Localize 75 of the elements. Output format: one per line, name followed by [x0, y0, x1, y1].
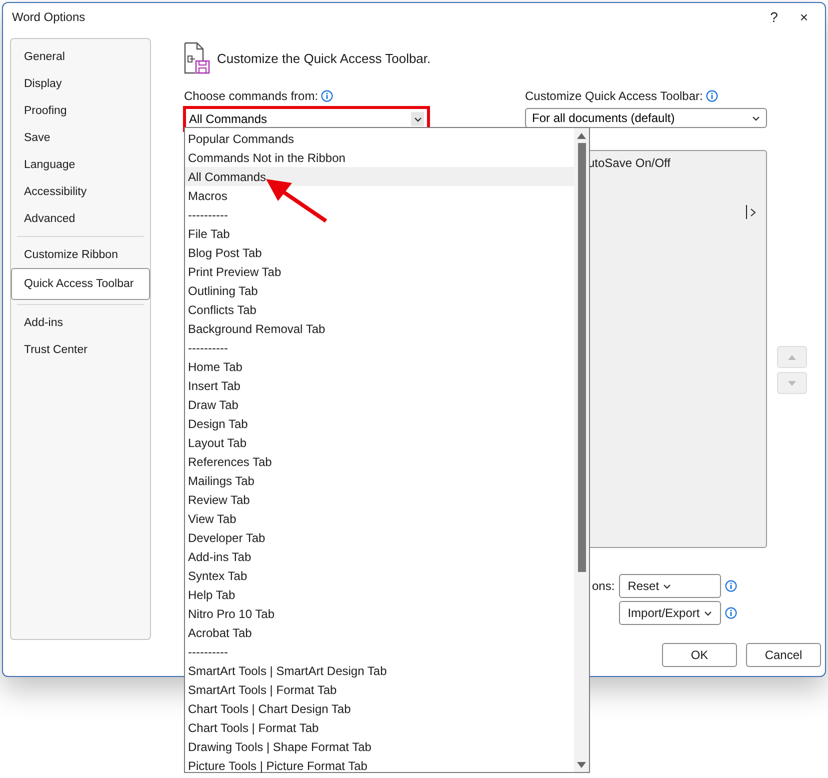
chevron-down-icon	[663, 584, 672, 588]
dropdown-option[interactable]: All Commands	[185, 167, 574, 186]
chevron-right-icon	[750, 208, 756, 216]
sidebar-item[interactable]: Display	[11, 70, 150, 97]
dropdown-option[interactable]: File Tab	[185, 224, 574, 243]
commands-dropdown[interactable]: All Commands	[189, 110, 424, 128]
sidebar-item[interactable]: General	[11, 43, 150, 70]
sidebar-item[interactable]: Advanced	[11, 205, 150, 232]
dropdown-option[interactable]: Blog Post Tab	[185, 243, 574, 262]
sidebar-item[interactable]: Language	[11, 151, 150, 178]
dropdown-option[interactable]: Chart Tools | Chart Design Tab	[185, 699, 574, 718]
dropdown-option[interactable]: Drawing Tools | Shape Format Tab	[185, 737, 574, 756]
dropdown-option[interactable]: ----------	[185, 642, 574, 661]
dropdown-option[interactable]: Conflicts Tab	[185, 300, 574, 319]
dropdown-option[interactable]: Mailings Tab	[185, 471, 574, 490]
sidebar-item[interactable]: Add-ins	[11, 309, 150, 336]
dropdown-option[interactable]: Help Tab	[185, 585, 574, 604]
dropdown-option[interactable]: Popular Commands	[185, 129, 574, 148]
triangle-down-icon	[577, 762, 586, 768]
dropdown-option[interactable]: Nitro Pro 10 Tab	[185, 604, 574, 623]
dropdown-option[interactable]: Layout Tab	[185, 433, 574, 452]
sidebar-item[interactable]: Accessibility	[11, 178, 150, 205]
dropdown-option[interactable]: Picture Tools | Picture Format Tab	[185, 756, 574, 775]
help-button[interactable]: ?	[759, 9, 789, 25]
dropdown-option[interactable]: Syntex Tab	[185, 566, 574, 585]
close-button[interactable]: ×	[789, 9, 819, 25]
dropdown-option[interactable]: References Tab	[185, 452, 574, 471]
field-label: ons:	[592, 579, 615, 593]
info-icon	[724, 607, 737, 619]
triangle-down-icon	[788, 380, 796, 386]
field-label: Choose commands from:	[184, 89, 318, 103]
dropdown-option[interactable]: Review Tab	[185, 490, 574, 509]
section-title: Customize the Quick Access Toolbar.	[217, 50, 431, 66]
triangle-up-icon	[788, 354, 796, 360]
sidebar-item[interactable]: Proofing	[11, 97, 150, 124]
toolbar-document-icon	[184, 42, 211, 74]
window-title: Word Options	[12, 10, 86, 24]
triangle-up-icon	[577, 133, 586, 139]
import-export-button[interactable]: Import/Export	[618, 601, 721, 625]
move-down-button[interactable]	[777, 372, 807, 394]
scope-dropdown[interactable]: For all documents (default)	[525, 108, 767, 128]
dropdown-option[interactable]: Outlining Tab	[185, 281, 574, 300]
info-icon	[706, 90, 718, 102]
dropdown-option[interactable]: Commands Not in the Ribbon	[185, 148, 574, 167]
info-icon	[724, 580, 737, 592]
move-up-button[interactable]	[777, 346, 807, 368]
chevron-down-icon	[414, 116, 422, 122]
sidebar-item[interactable]: Quick Access Toolbar	[11, 268, 150, 300]
dropdown-option[interactable]: Add-ins Tab	[185, 547, 574, 566]
dropdown-option[interactable]: Developer Tab	[185, 528, 574, 547]
dropdown-option[interactable]: Draw Tab	[185, 395, 574, 414]
sidebar-item[interactable]: Save	[11, 124, 150, 151]
dropdown-option[interactable]: Print Preview Tab	[185, 262, 574, 281]
dropdown-option[interactable]: ----------	[185, 338, 574, 357]
dropdown-option[interactable]: Chart Tools | Format Tab	[185, 718, 574, 737]
dropdown-option[interactable]: Home Tab	[185, 357, 574, 376]
sidebar-item[interactable]: Trust Center	[11, 336, 150, 363]
dropdown-option[interactable]: Acrobat Tab	[185, 623, 574, 642]
dropdown-option[interactable]: ----------	[185, 205, 574, 224]
dialog-button[interactable]: Cancel	[746, 643, 821, 667]
reset-button[interactable]: Reset	[618, 574, 721, 598]
chevron-down-icon	[752, 116, 760, 120]
scrollbar[interactable]	[574, 128, 589, 772]
dropdown-option[interactable]: Macros	[185, 186, 574, 205]
dropdown-option[interactable]: SmartArt Tools | Format Tab	[185, 680, 574, 699]
dropdown-option[interactable]: Design Tab	[185, 414, 574, 433]
dropdown-option[interactable]: SmartArt Tools | SmartArt Design Tab	[185, 661, 574, 680]
dialog-button[interactable]: OK	[662, 643, 737, 667]
chevron-down-icon	[704, 610, 712, 616]
info-icon	[321, 90, 334, 102]
dropdown-option[interactable]: View Tab	[185, 509, 574, 528]
dropdown-option[interactable]: Background Removal Tab	[185, 319, 574, 338]
field-label: Customize Quick Access Toolbar:	[525, 89, 703, 103]
sidebar-item[interactable]: Customize Ribbon	[11, 241, 150, 268]
dropdown-option[interactable]: Insert Tab	[185, 376, 574, 395]
